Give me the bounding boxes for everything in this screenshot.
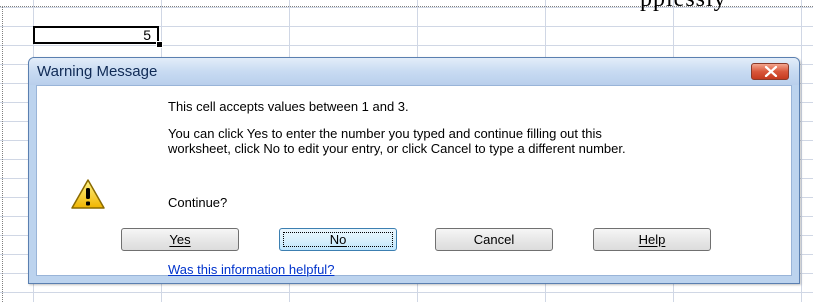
- cell-overflow-text: ppiessly: [640, 0, 727, 13]
- close-icon: [764, 66, 778, 77]
- fill-handle[interactable]: [156, 41, 163, 48]
- excel-window: ppiessly 5 Warning Message: [0, 0, 813, 302]
- yes-button-label: Yes: [169, 232, 191, 247]
- message-body: You can click Yes to enter the number yo…: [168, 126, 626, 156]
- yes-button[interactable]: Yes: [121, 228, 239, 251]
- active-cell[interactable]: 5: [33, 26, 159, 44]
- close-button[interactable]: [751, 63, 789, 80]
- no-button[interactable]: No: [279, 228, 397, 251]
- message-header: This cell accepts values between 1 and 3…: [168, 99, 409, 114]
- cancel-button[interactable]: Cancel: [435, 228, 553, 251]
- warning-dialog: Warning Message This cell accepts values…: [28, 57, 800, 284]
- warning-icon: [71, 179, 105, 209]
- dialog-content: This cell accepts values between 1 and 3…: [36, 85, 792, 277]
- dialog-title: Warning Message: [37, 63, 158, 80]
- help-button[interactable]: Help: [593, 228, 711, 251]
- help-feedback-link[interactable]: Was this information helpful?: [168, 262, 334, 277]
- dialog-titlebar[interactable]: Warning Message: [29, 58, 799, 85]
- page-break-line: [2, 6, 3, 302]
- message-prompt: Continue?: [168, 195, 228, 210]
- cancel-button-label: Cancel: [473, 232, 515, 247]
- help-button-label: Help: [638, 232, 666, 247]
- focus-rectangle: [283, 232, 393, 247]
